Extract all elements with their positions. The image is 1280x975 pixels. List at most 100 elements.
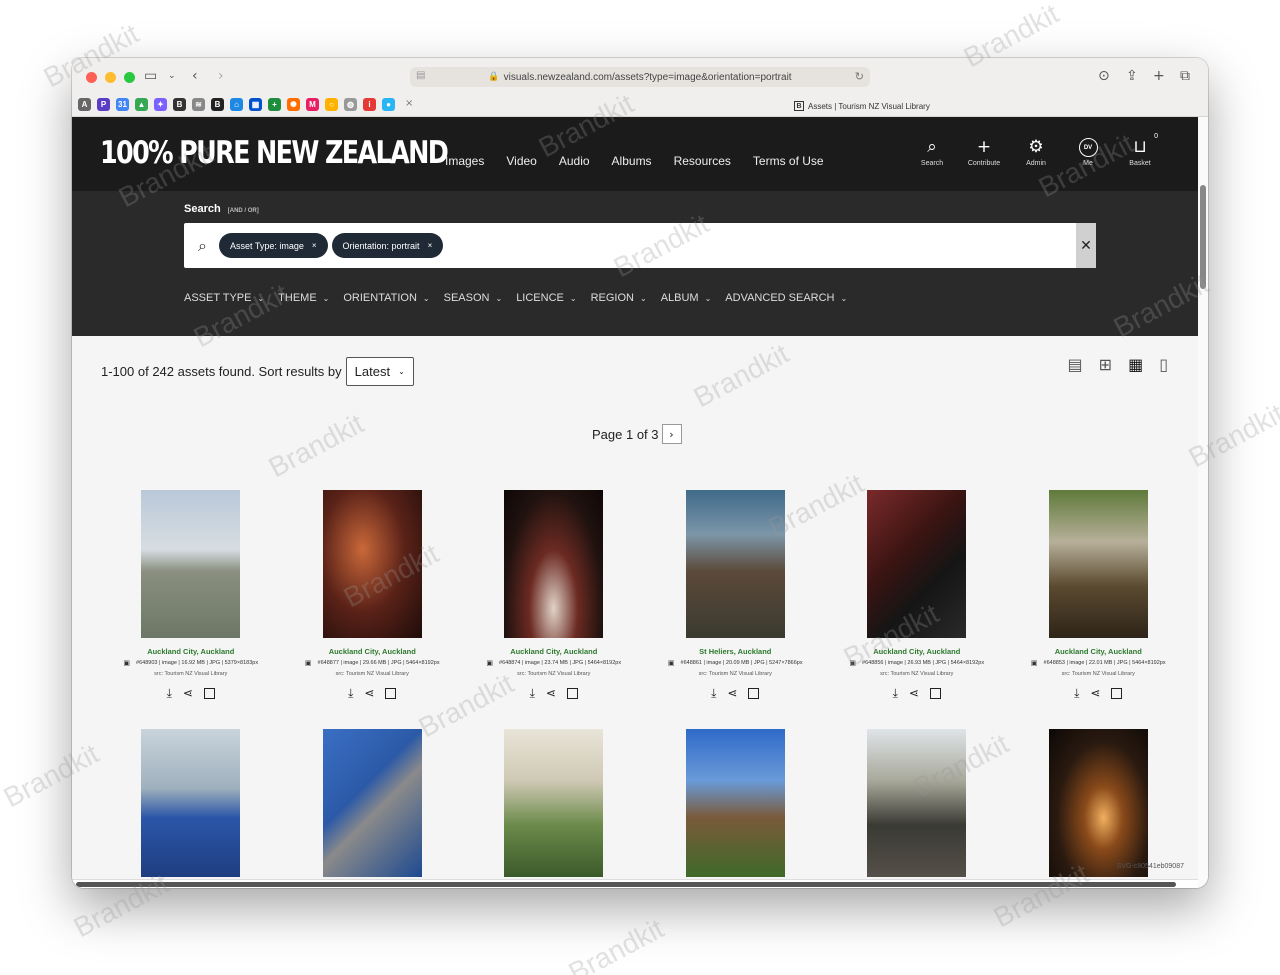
tab-favicon[interactable]: B	[211, 98, 224, 111]
tab-overview-icon[interactable]: ⧉	[1180, 68, 1190, 84]
back-icon[interactable]: ‹	[192, 68, 198, 84]
select-checkbox[interactable]	[566, 688, 578, 699]
tab-favicon[interactable]: ≋	[192, 98, 205, 111]
filter-season[interactable]: SEASON ⌄	[444, 292, 503, 304]
asset-thumbnail[interactable]	[141, 729, 241, 877]
asset-thumbnail[interactable]	[685, 729, 785, 877]
select-checkbox[interactable]	[203, 688, 215, 699]
tab-favicon[interactable]: ✦	[154, 98, 167, 111]
chevron-down-icon[interactable]: ⌄	[168, 71, 176, 81]
zoom-window-button[interactable]	[124, 72, 135, 83]
tab-favicon[interactable]: ⌂	[230, 98, 243, 111]
tab-favicon[interactable]: ◍	[344, 98, 357, 111]
tab-favicon[interactable]: ▦	[249, 98, 262, 111]
address-bar[interactable]: ▤ 🔒 visuals.newzealand.com/assets?type=i…	[410, 67, 870, 87]
filter-orientation[interactable]: ORIENTATION ⌄	[343, 292, 429, 304]
asset-thumbnail[interactable]	[141, 490, 241, 638]
asset-location[interactable]: Auckland City, Auckland	[1055, 647, 1142, 656]
forward-icon[interactable]: ›	[218, 68, 224, 84]
asset-thumbnail[interactable]	[867, 490, 967, 638]
active-tab[interactable]: B Assets | Tourism NZ Visual Library	[794, 101, 930, 111]
tab-favicon[interactable]: ●	[382, 98, 395, 111]
sort-select[interactable]: Latest ⌄	[345, 357, 414, 386]
filter-theme[interactable]: THEME ⌄	[278, 292, 329, 304]
tab-favicon[interactable]: 31	[116, 98, 129, 111]
small-grid-view-icon[interactable]: ▦	[1128, 355, 1143, 374]
filter-album[interactable]: ALBUM ⌄	[661, 292, 712, 304]
asset-location[interactable]: Auckland City, Auckland	[329, 647, 416, 656]
select-checkbox[interactable]	[1111, 688, 1123, 699]
tab-favicon[interactable]: M	[306, 98, 319, 111]
asset-thumbnail[interactable]	[322, 490, 422, 638]
share-icon[interactable]: ⋖	[546, 686, 556, 701]
asset-location[interactable]: St Heliers, Auckland	[699, 647, 771, 656]
filter-asset-type[interactable]: ASSET TYPE ⌄	[184, 292, 264, 304]
filter-advanced-search[interactable]: ADVANCED SEARCH ⌄	[725, 292, 847, 304]
search-tool-button[interactable]: ⌕ Search	[914, 137, 950, 167]
select-checkbox[interactable]	[929, 688, 941, 699]
vertical-scrollbar[interactable]	[1198, 117, 1208, 888]
reload-icon[interactable]: ↻	[855, 70, 864, 83]
scroll-thumb[interactable]	[1200, 185, 1206, 289]
sidebar-toggle-icon[interactable]: ▭	[144, 68, 157, 84]
tab-favicon[interactable]: B	[173, 98, 186, 111]
scroll-thumb[interactable]	[76, 882, 1176, 887]
site-logo[interactable]: 100% PURE NEW ZEALAND	[100, 135, 449, 171]
filter-licence[interactable]: LICENCE ⌄	[516, 292, 576, 304]
tab-favicon[interactable]: P	[97, 98, 110, 111]
share-icon[interactable]: ⋖	[364, 686, 374, 701]
asset-thumbnail[interactable]	[504, 729, 604, 877]
me-button[interactable]: DV Me	[1070, 137, 1106, 167]
tab-favicon[interactable]: i	[363, 98, 376, 111]
search-input[interactable]: ⌕ Asset Type: image × Orientation: portr…	[184, 223, 1096, 268]
tab-favicon[interactable]: +	[268, 98, 281, 111]
select-checkbox[interactable]	[748, 688, 760, 699]
download-icon[interactable]: ⤓	[893, 686, 898, 701]
minimize-window-button[interactable]	[105, 72, 116, 83]
next-page-button[interactable]: ›	[661, 424, 682, 444]
clear-search-button[interactable]: ✕	[1076, 223, 1096, 268]
large-grid-view-icon[interactable]: ⊞	[1099, 355, 1112, 374]
asset-location[interactable]: Auckland City, Auckland	[147, 647, 234, 656]
download-icon[interactable]: ⤓	[1074, 686, 1079, 701]
new-tab-icon[interactable]: +	[1153, 68, 1165, 84]
nav-audio[interactable]: Audio	[559, 154, 590, 168]
asset-thumbnail[interactable]	[1048, 729, 1148, 877]
remove-pill-icon[interactable]: ×	[428, 241, 433, 250]
share-icon[interactable]: ⋖	[909, 686, 919, 701]
asset-location[interactable]: Auckland City, Auckland	[510, 647, 597, 656]
select-checkbox[interactable]	[385, 688, 397, 699]
nav-video[interactable]: Video	[506, 154, 536, 168]
asset-thumbnail[interactable]	[685, 490, 785, 638]
share-icon[interactable]: ⋖	[1090, 686, 1100, 701]
tab-favicon[interactable]: ✺	[287, 98, 300, 111]
filter-region[interactable]: REGION ⌄	[591, 292, 647, 304]
share-icon[interactable]: ⋖	[183, 686, 193, 701]
tab-favicon[interactable]: A	[78, 98, 91, 111]
download-icon[interactable]: ⤓	[530, 686, 535, 701]
asset-thumbnail[interactable]	[504, 490, 604, 638]
tab-favicon[interactable]: ▲	[135, 98, 148, 111]
remove-pill-icon[interactable]: ×	[312, 241, 317, 250]
download-icon[interactable]: ⤓	[711, 686, 716, 701]
filter-pill-asset-type[interactable]: Asset Type: image ×	[218, 233, 328, 258]
asset-location[interactable]: Auckland City, Auckland	[873, 647, 960, 656]
nav-images[interactable]: Images	[445, 154, 484, 168]
close-window-button[interactable]	[86, 72, 97, 83]
contribute-button[interactable]: + Contribute	[966, 137, 1002, 167]
nav-resources[interactable]: Resources	[674, 154, 731, 168]
search-mode-toggle[interactable]: [AND / OR]	[228, 208, 259, 214]
close-tab-icon[interactable]: ×	[405, 98, 413, 111]
tab-favicon[interactable]: ○	[325, 98, 338, 111]
download-icon[interactable]: ⤓	[348, 686, 353, 701]
basket-button[interactable]: ⊔ 0 Basket	[1122, 133, 1158, 167]
asset-thumbnail[interactable]	[1048, 490, 1148, 638]
share-icon[interactable]: ⇪	[1126, 68, 1138, 84]
admin-button[interactable]: ⚙ Admin	[1018, 137, 1054, 167]
single-view-icon[interactable]: ▯	[1159, 355, 1168, 374]
download-icon[interactable]: ⤓	[167, 686, 172, 701]
nav-terms[interactable]: Terms of Use	[753, 154, 824, 168]
asset-thumbnail[interactable]	[322, 729, 422, 877]
nav-albums[interactable]: Albums	[612, 154, 652, 168]
masonry-view-icon[interactable]: ▤	[1068, 355, 1083, 374]
